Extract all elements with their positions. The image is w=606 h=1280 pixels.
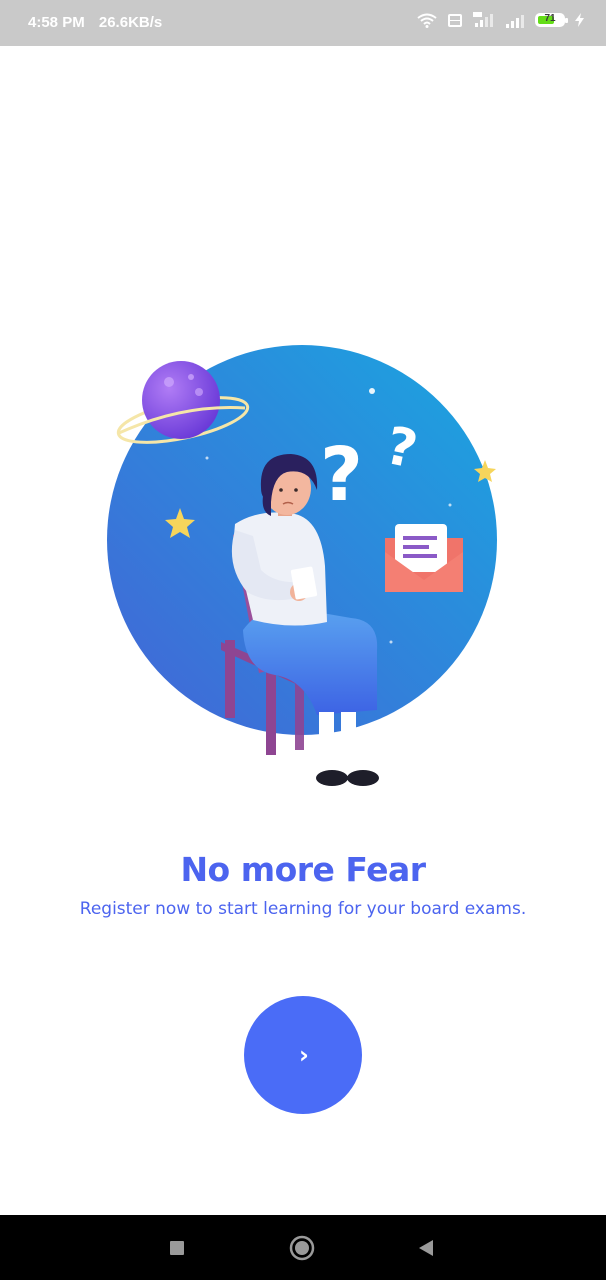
network-speed: 26.6KB/s [98,14,163,31]
navigation-bar [0,1215,606,1280]
question-mark-icon: ? [320,432,363,518]
next-button[interactable]: › [244,996,362,1114]
back-icon [419,1239,433,1256]
recent-apps-icon [170,1240,184,1255]
sparkle-dot [205,456,209,460]
signal-icon [506,14,524,28]
battery-cap [565,18,568,23]
signal-4g-icon [473,12,493,27]
onboarding-subtitle: Register now to start learning for your … [79,899,527,919]
sparkle-dot [389,640,393,644]
confused-student-illustration: ? ? [107,345,497,786]
status-left: 4:58 PM 26.6KB/s [28,14,162,31]
home-button[interactable] [272,1215,332,1280]
status-bar: 4:58 PM 26.6KB/s 71 [0,0,606,46]
recent-apps-button[interactable] [147,1215,207,1280]
chevron-right-icon: › [299,1041,309,1069]
battery-icon: 71 [535,13,568,27]
charging-icon [575,13,584,27]
sparkle-dot [369,388,375,394]
status-right: 71 [417,12,584,28]
volte-icon [448,13,462,27]
onboarding-title: No more Fear [180,850,426,889]
back-button[interactable] [396,1215,456,1280]
battery-level: 71 [544,13,556,24]
wifi-icon [417,13,437,28]
sparkle-dot [448,503,452,507]
status-time: 4:58 PM [28,14,85,31]
home-icon [289,1235,315,1260]
